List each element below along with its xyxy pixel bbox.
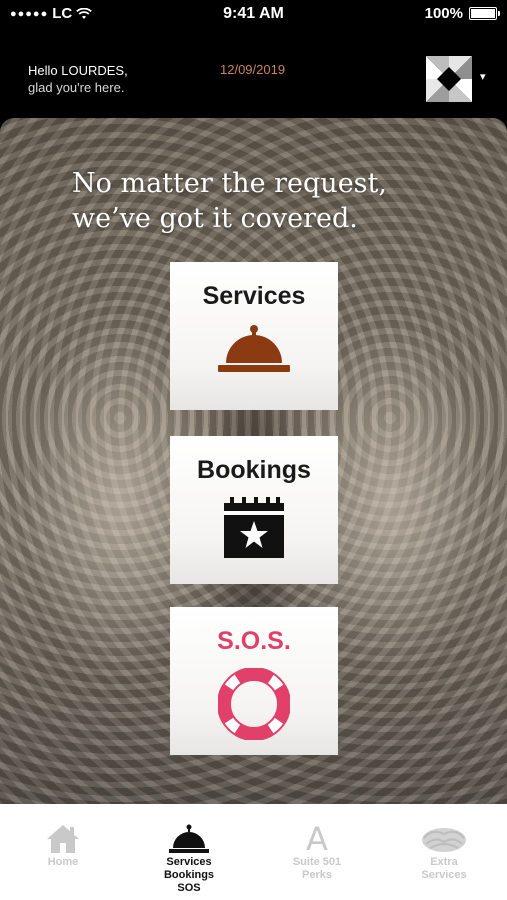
service-bell-icon [169,824,209,853]
tab-home[interactable]: Home [0,804,126,900]
tab-suite-perks-label: Suite 501 Perks [293,856,341,882]
tab-extra-services-label: Extra Services [421,856,466,882]
services-tile-label: Services [202,282,306,310]
battery-icon [469,7,500,20]
tab-services-label: Services Bookings SOS [164,856,214,895]
service-bell-icon [218,325,290,372]
hero-panel: No matter the request, we’ve got it cove… [0,118,507,804]
account-menu-caret-icon[interactable]: ▾ [480,70,486,83]
tagline-line-1: No matter the request, [72,168,387,199]
sos-tile[interactable]: S.O.S. [170,607,338,755]
status-bar: ●●●●● LC 9:41 AM 100% [0,0,507,30]
calendar-star-icon [224,497,284,558]
hotel-logo-icon[interactable] [424,54,474,104]
battery-fill [471,9,495,18]
life-ring-icon [218,668,290,740]
tab-services-label-line-3: SOS [177,882,201,894]
bookings-tile[interactable]: Bookings [170,436,338,584]
home-icon [47,825,79,853]
services-tile[interactable]: Services [170,262,338,410]
greeting-name: Hello LOURDES, [28,63,128,78]
tab-services-label-line-1: Services [166,856,212,868]
greeting: Hello LOURDES, glad you're here. [28,62,128,96]
bookings-tile-label: Bookings [197,456,311,484]
tab-extra-services[interactable]: Extra Services [381,804,507,900]
nest-icon [422,828,466,852]
app-header: Hello LOURDES, glad you're here. 12/09/2… [0,30,507,118]
tagline-line-2: we’ve got it covered. [72,203,358,234]
sos-tile-label: S.O.S. [217,627,291,655]
tab-services-label-line-2: Bookings [163,869,215,881]
status-right: 100% [424,5,500,22]
tab-services-bookings-sos[interactable]: Services Bookings SOS [126,804,252,900]
tab-suite-perks[interactable]: A Suite 501 Perks [254,804,380,900]
current-date: 12/09/2019 [220,62,286,77]
tab-extra-services-line-2: Services [421,869,467,881]
greeting-subtitle: glad you're here. [28,80,125,95]
hero-tagline: No matter the request, we’ve got it cove… [72,166,452,236]
tab-extra-services-line-1: Extra [430,856,458,868]
tab-suite-perks-line-2: Perks [302,869,332,881]
letter-a-icon: A [306,820,328,858]
bottom-tab-bar: Home Services Bookings SOS A Suite 501 P… [0,804,507,900]
tab-suite-perks-line-1: Suite 501 [292,856,342,868]
tab-home-label: Home [47,856,79,868]
battery-percent: 100% [424,5,463,22]
